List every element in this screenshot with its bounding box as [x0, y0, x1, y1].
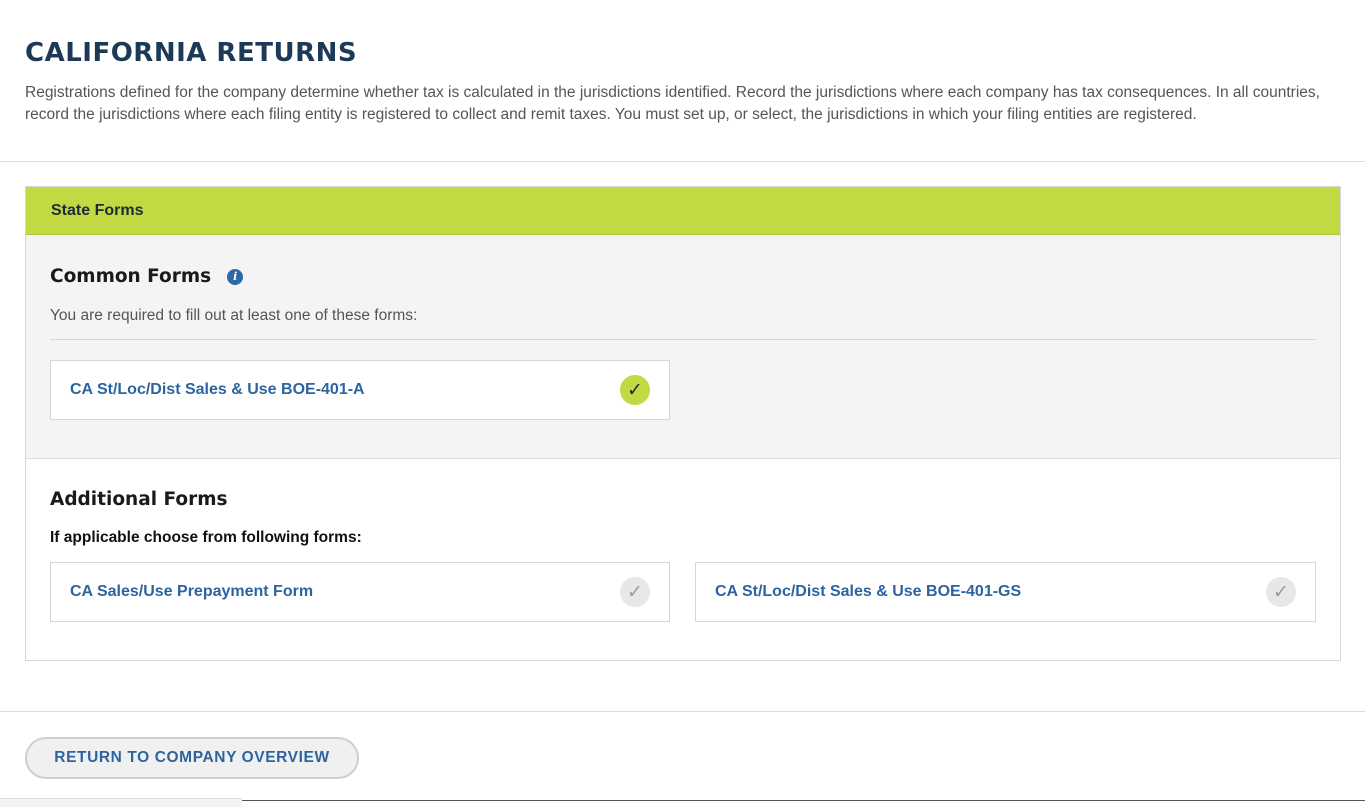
common-forms-subtitle: You are required to fill out at least on… — [50, 307, 1316, 340]
return-to-company-overview-button[interactable]: RETURN TO COMPANY OVERVIEW — [25, 737, 359, 779]
form-label[interactable]: CA Sales/Use Prepayment Form — [70, 583, 313, 601]
header-divider — [0, 161, 1365, 162]
page-header: CALIFORNIA RETURNS Registrations defined… — [0, 0, 1365, 126]
additional-forms-section: Additional Forms If applicable choose fr… — [26, 459, 1340, 660]
state-forms-panel: State Forms Common Forms i You are requi… — [25, 186, 1341, 661]
checkmark-icon[interactable]: ✓ — [620, 577, 650, 607]
page-description: Registrations defined for the company de… — [25, 84, 1320, 123]
additional-forms-title: Additional Forms — [50, 489, 228, 510]
info-icon[interactable]: i — [227, 268, 244, 285]
checkmark-icon[interactable]: ✓ — [1266, 577, 1296, 607]
common-forms-title: Common Forms — [50, 266, 212, 287]
state-forms-header: State Forms — [26, 187, 1340, 235]
form-label[interactable]: CA St/Loc/Dist Sales & Use BOE-401-GS — [715, 583, 1021, 601]
common-forms-section: Common Forms i You are required to fill … — [26, 235, 1340, 459]
footer-divider — [0, 711, 1365, 712]
additional-forms-subtitle: If applicable choose from following form… — [50, 529, 362, 546]
form-label[interactable]: CA St/Loc/Dist Sales & Use BOE-401-A — [70, 381, 365, 399]
common-forms-heading: Common Forms i — [50, 235, 1316, 287]
checkmark-icon[interactable]: ✓ — [620, 375, 650, 405]
form-card-boe-401-a[interactable]: CA St/Loc/Dist Sales & Use BOE-401-A ✓ — [50, 360, 670, 420]
form-card-prepayment[interactable]: CA Sales/Use Prepayment Form ✓ — [50, 562, 670, 622]
form-card-boe-401-gs[interactable]: CA St/Loc/Dist Sales & Use BOE-401-GS ✓ — [695, 562, 1316, 622]
page-title: CALIFORNIA RETURNS — [25, 38, 358, 68]
